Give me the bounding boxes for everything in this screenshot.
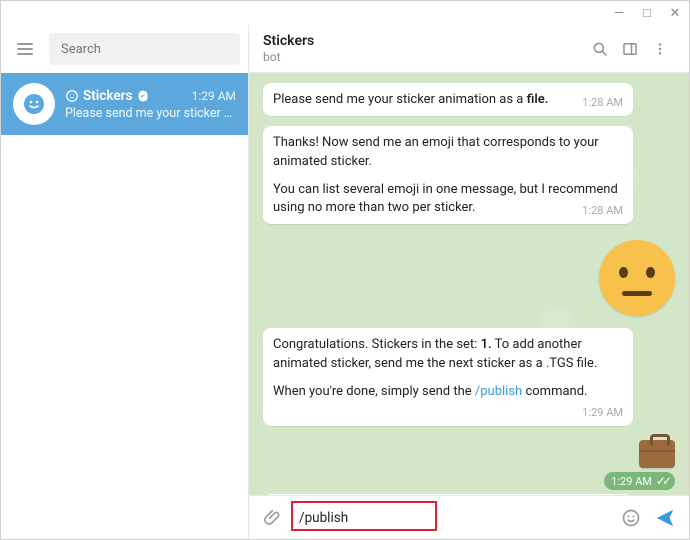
message-input-bar: [249, 495, 689, 539]
briefcase-icon: [639, 440, 675, 468]
message-input[interactable]: [293, 506, 611, 530]
minimize-button[interactable]: —: [613, 7, 625, 19]
bot-message: Congratulations. Stickers in the set: 1.…: [263, 328, 633, 426]
chat-name: Stickers: [83, 88, 132, 104]
smile-icon: [621, 508, 641, 528]
search-in-chat-button[interactable]: [585, 34, 615, 64]
message-timestamp: 1:28 AM: [582, 95, 623, 110]
paperclip-icon: [263, 508, 283, 528]
sidebar: Stickers 1:29 AM Please send me your sti…: [1, 25, 249, 539]
chat-title: Stickers: [263, 33, 314, 49]
sent-timestamp-badge: 1:29 AM ✓✓: [604, 472, 675, 490]
neutral-face-emoji-icon: [599, 240, 675, 316]
message-timestamp: 1:28 AM: [582, 203, 623, 218]
message-timestamp: 1:29 AM: [582, 405, 623, 420]
chat-preview: Please send me your sticker anim...: [65, 106, 236, 121]
chat-time: 1:29 AM: [192, 89, 236, 103]
kebab-icon: [651, 40, 669, 58]
sent-sticker: [263, 234, 675, 328]
message-list[interactable]: Please send me your sticker animation as…: [249, 73, 689, 495]
chat-list-item-stickers[interactable]: Stickers 1:29 AM Please send me your sti…: [1, 73, 248, 135]
publish-command-link[interactable]: /publish: [475, 384, 522, 399]
bot-message: Thanks! Now send me an emoji that corres…: [263, 126, 633, 224]
bot-message: Please send me your sticker animation as…: [263, 83, 633, 116]
more-menu-button[interactable]: [645, 34, 675, 64]
emoji-button[interactable]: [617, 504, 645, 532]
sent-file: 1:29 AM ✓✓: [263, 436, 675, 494]
verified-icon: [136, 89, 150, 103]
close-button[interactable]: ✕: [669, 7, 681, 19]
hamburger-menu-button[interactable]: [9, 33, 41, 65]
chat-subtitle: bot: [263, 50, 314, 64]
avatar: [13, 83, 55, 125]
sticker-avatar-icon: [22, 92, 46, 116]
window-titlebar: — □ ✕: [1, 1, 689, 25]
attach-button[interactable]: [259, 504, 287, 532]
read-checks-icon: ✓✓: [656, 474, 668, 488]
send-icon: [654, 507, 676, 529]
bot-message: Please send me your sticker animation as…: [263, 494, 633, 495]
chat-header: Stickers bot: [249, 25, 689, 73]
sticker-chat-icon: [65, 89, 79, 103]
maximize-button[interactable]: □: [641, 7, 653, 19]
panel-icon: [621, 40, 639, 58]
search-input[interactable]: [49, 33, 240, 65]
sidebar-toggle-button[interactable]: [615, 34, 645, 64]
search-icon: [591, 40, 609, 58]
send-button[interactable]: [651, 504, 679, 532]
